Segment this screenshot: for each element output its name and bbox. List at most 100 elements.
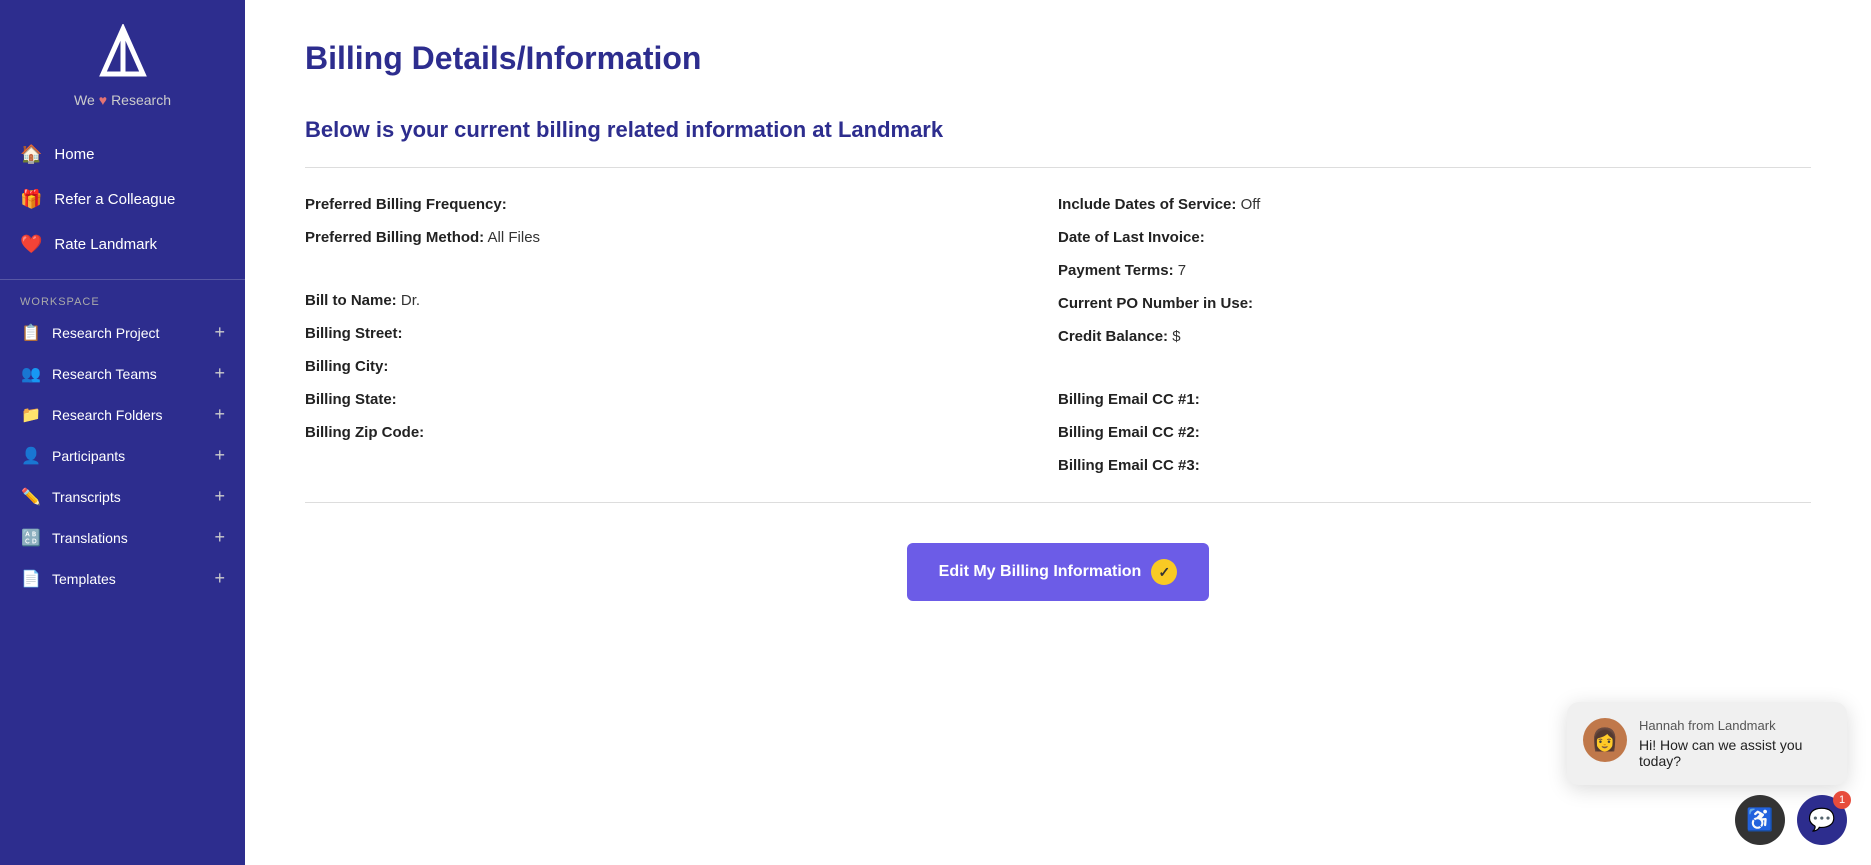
sidebar-logo: We ♥ Research [0,0,245,124]
nav-label-refer-colleague: Refer a Colleague [54,191,175,208]
billing-frequency-field: Preferred Billing Frequency: [305,188,1058,221]
heart-icon: ♥ [99,92,107,108]
email-cc1-label: Billing Email CC #1: [1058,391,1200,408]
tagline-post: Research [111,92,171,108]
email-cc3-field: Billing Email CC #3: [1058,449,1811,482]
transcripts-plus[interactable]: + [214,486,225,507]
billing-street-label: Billing Street: [305,325,403,342]
sidebar-item-research-project[interactable]: 📋 Research Project + [0,312,245,353]
page-title: Billing Details/Information [305,40,1811,77]
chat-content: Hannah from Landmark Hi! How can we assi… [1639,718,1831,769]
bill-to-name-value: Dr. [401,292,420,309]
research-project-icon: 📋 [20,323,42,343]
billing-state-field: Billing State: [305,383,1058,416]
email-cc2-field: Billing Email CC #2: [1058,416,1811,449]
billing-zip-field: Billing Zip Code: [305,416,1058,449]
workspace-label: WORKSPACE [0,279,245,312]
billing-info-grid: Preferred Billing Frequency: Preferred B… [305,188,1811,482]
accessibility-button[interactable]: ♿ [1735,795,1785,845]
research-folders-plus[interactable]: + [214,404,225,425]
billing-city-label: Billing City: [305,358,388,375]
workspace-label-research-folders: Research Folders [52,407,163,423]
top-divider [305,167,1811,168]
research-project-plus[interactable]: + [214,322,225,343]
sidebar-item-transcripts[interactable]: ✏️ Transcripts + [0,476,245,517]
include-dates-field: Include Dates of Service: Off [1058,188,1811,221]
sidebar-item-templates[interactable]: 📄 Templates + [0,558,245,599]
last-invoice-field: Date of Last Invoice: [1058,221,1811,254]
gift-icon: 🎁 [20,189,42,210]
bottom-divider [305,502,1811,503]
workspace-label-translations: Translations [52,530,128,546]
credit-balance-label: Credit Balance: [1058,328,1168,345]
email-cc1-field: Billing Email CC #1: [1058,383,1811,416]
po-number-label: Current PO Number in Use: [1058,295,1253,312]
workspace-label-research-teams: Research Teams [52,366,157,382]
workspace-label-templates: Templates [52,571,116,587]
edit-billing-button[interactable]: Edit My Billing Information ✓ [907,543,1210,601]
translations-plus[interactable]: + [214,527,225,548]
edit-billing-button-label: Edit My Billing Information [939,563,1142,581]
billing-right-column: Include Dates of Service: Off Date of La… [1058,188,1811,482]
billing-method-field: Preferred Billing Method: All Files [305,221,1058,254]
workspace-label-research-project: Research Project [52,325,159,341]
sidebar-item-rate-landmark[interactable]: ❤️ Rate Landmark [0,222,245,267]
billing-subtitle: Below is your current billing related in… [305,117,1811,143]
participants-icon: 👤 [20,446,42,466]
sidebar-tagline: We ♥ Research [74,92,171,108]
sidebar-item-research-teams[interactable]: 👥 Research Teams + [0,353,245,394]
include-dates-label: Include Dates of Service: [1058,196,1236,213]
chat-avatar: 👩 [1583,718,1627,762]
billing-city-field: Billing City: [305,350,1058,383]
billing-method-label: Preferred Billing Method: [305,229,484,246]
landmark-logo-icon [93,24,153,84]
billing-method-value: All Files [488,229,541,246]
workspace-label-transcripts: Transcripts [52,489,121,505]
research-teams-plus[interactable]: + [214,363,225,384]
billing-right-spacer [1058,353,1811,383]
billing-state-label: Billing State: [305,391,397,408]
participants-plus[interactable]: + [214,445,225,466]
bill-to-name-label: Bill to Name: [305,292,397,309]
billing-zip-label: Billing Zip Code: [305,424,424,441]
billing-street-field: Billing Street: [305,317,1058,350]
payment-terms-value: 7 [1178,262,1186,279]
chat-agent-name: Hannah from Landmark [1639,718,1831,733]
bottom-buttons: ♿ 💬 1 [1735,795,1847,845]
payment-terms-label: Payment Terms: [1058,262,1174,279]
po-number-field: Current PO Number in Use: [1058,287,1811,320]
templates-plus[interactable]: + [214,568,225,589]
email-cc2-label: Billing Email CC #2: [1058,424,1200,441]
email-cc3-label: Billing Email CC #3: [1058,457,1200,474]
nav-label-home: Home [54,146,94,163]
chat-message: Hi! How can we assist you today? [1639,737,1831,769]
sidebar-item-refer-colleague[interactable]: 🎁 Refer a Colleague [0,177,245,222]
home-icon: 🏠 [20,144,42,165]
transcripts-icon: ✏️ [20,487,42,507]
research-teams-icon: 👥 [20,364,42,384]
credit-balance-field: Credit Balance: $ [1058,320,1811,353]
sidebar-item-translations[interactable]: 🔠 Translations + [0,517,245,558]
heart-nav-icon: ❤️ [20,234,42,255]
check-icon: ✓ [1151,559,1177,585]
workspace-label-participants: Participants [52,448,125,464]
nav-label-rate-landmark: Rate Landmark [54,236,157,253]
chat-open-button[interactable]: 💬 1 [1797,795,1847,845]
tagline-pre: We [74,92,95,108]
translations-icon: 🔠 [20,528,42,548]
last-invoice-label: Date of Last Invoice: [1058,229,1205,246]
billing-frequency-label: Preferred Billing Frequency: [305,196,507,213]
chat-badge: 1 [1833,791,1851,809]
include-dates-value: Off [1241,196,1261,213]
edit-button-container: Edit My Billing Information ✓ [305,543,1811,601]
billing-spacer [305,254,1058,284]
sidebar-item-research-folders[interactable]: 📁 Research Folders + [0,394,245,435]
sidebar-nav: 🏠 Home 🎁 Refer a Colleague ❤️ Rate Landm… [0,124,245,275]
sidebar-item-participants[interactable]: 👤 Participants + [0,435,245,476]
templates-icon: 📄 [20,569,42,589]
credit-balance-value: $ [1172,328,1180,345]
chat-open-icon: 💬 [1808,807,1835,833]
sidebar-item-home[interactable]: 🏠 Home [0,132,245,177]
payment-terms-field: Payment Terms: 7 [1058,254,1811,287]
chat-widget: 👩 Hannah from Landmark Hi! How can we as… [1567,702,1847,785]
